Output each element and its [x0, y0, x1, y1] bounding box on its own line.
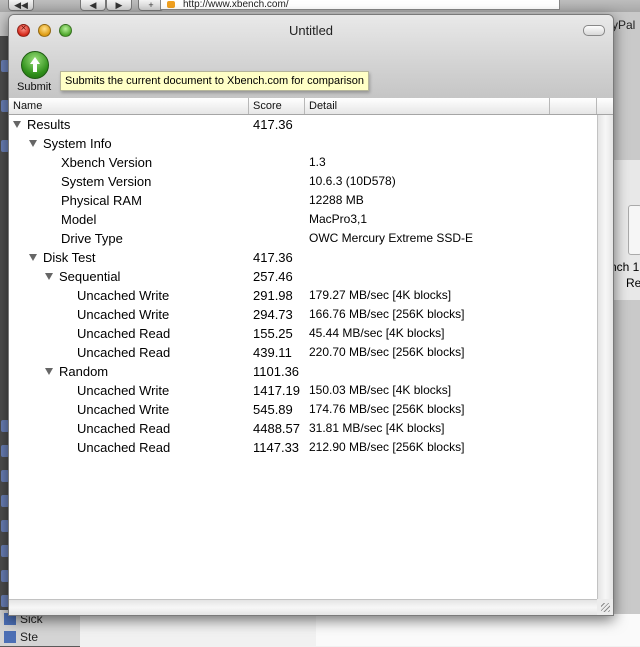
row-detail: MacPro3,1 [309, 212, 368, 226]
row-name: Uncached Write [77, 307, 170, 322]
submit-button[interactable]: Submit [17, 51, 53, 95]
url-text: http://www.xbench.com/ [183, 0, 289, 10]
outline-row[interactable]: System Info [9, 134, 597, 153]
row-name: Uncached Read [77, 421, 171, 436]
browser-tab-fragment[interactable]: yPal [612, 18, 635, 32]
right-panel-text: nch 1 [610, 260, 640, 274]
outline-row[interactable]: Xbench Version 1.3 [9, 153, 597, 172]
outline-row[interactable]: Uncached Write 1417.19 150.03 MB/sec [4K b… [9, 381, 597, 400]
column-corner [597, 98, 613, 114]
row-detail: 1.3 [309, 155, 326, 169]
results-outline: Results 417.36 System Info Xbench Version 1.… [9, 115, 597, 599]
column-score[interactable]: Score [249, 98, 305, 114]
row-score: 4488.57 [253, 421, 300, 436]
outline-row[interactable]: Sequential 257.46 [9, 267, 597, 286]
submit-label: Submit [17, 81, 52, 93]
toolbar-toggle-button[interactable] [583, 25, 605, 36]
window-title: Untitled [288, 23, 334, 38]
row-score: 1417.19 [253, 383, 300, 398]
disclosure-triangle-icon[interactable] [45, 368, 53, 375]
row-score: 417.36 [253, 117, 293, 132]
row-score: 417.36 [253, 250, 293, 265]
row-name: Sequential [59, 269, 121, 284]
xbench-window: × Untitled Submit Submits the current do… [8, 14, 614, 616]
upload-arrow-icon [21, 51, 49, 79]
column-header: Name Score Detail [9, 98, 613, 115]
forward-icon[interactable]: ▶ [106, 0, 132, 11]
row-name: Disk Test [43, 250, 96, 265]
right-panel-text-2: Re [626, 276, 640, 290]
horizontal-scrollbar[interactable] [9, 599, 597, 615]
lower-pane-right [316, 614, 640, 646]
row-score: 155.25 [253, 326, 293, 341]
outline-row[interactable]: Physical RAM 12288 MB [9, 191, 597, 210]
resize-handle[interactable] [597, 599, 613, 615]
row-name: Uncached Write [77, 383, 170, 398]
row-score: 1147.33 [253, 440, 300, 455]
browser-toolbar: ◀◀ ◀ ▶ + http://www.xbench.com/ [0, 0, 640, 12]
row-name: Results [27, 117, 71, 132]
disclosure-triangle-icon[interactable] [29, 254, 37, 261]
outline-row[interactable]: Uncached Read 4488.57 31.81 MB/sec [4K blo… [9, 419, 597, 438]
row-name: Uncached Write [77, 288, 170, 303]
row-name: Model [61, 212, 97, 227]
column-name[interactable]: Name [9, 98, 249, 114]
row-detail: 166.76 MB/sec [256K blocks] [309, 307, 465, 321]
row-name: Uncached Read [77, 345, 171, 360]
column-detail[interactable]: Detail [305, 98, 550, 114]
disclosure-triangle-icon[interactable] [13, 121, 21, 128]
row-name: Random [59, 364, 109, 379]
outline-row[interactable]: Uncached Read 439.11 220.70 MB/sec [256K b… [9, 343, 597, 362]
row-name: Physical RAM [61, 193, 142, 208]
row-detail: 45.44 MB/sec [4K blocks] [309, 326, 445, 340]
disclosure-triangle-icon[interactable] [45, 273, 53, 280]
row-name: Uncached Read [77, 440, 171, 455]
title-bar: × Untitled Submit Submits the current do… [9, 15, 613, 102]
outline-row[interactable]: Disk Test 417.36 [9, 248, 597, 267]
row-detail: 31.81 MB/sec [4K blocks] [309, 421, 445, 435]
column-empty [550, 98, 597, 114]
row-detail: 150.03 MB/sec [4K blocks] [309, 383, 452, 397]
site-icon [167, 1, 175, 8]
row-detail: 212.90 MB/sec [256K blocks] [309, 440, 465, 454]
row-name: Drive Type [61, 231, 123, 246]
outline-row[interactable]: Model MacPro3,1 [9, 210, 597, 229]
row-name: System Info [43, 136, 112, 151]
row-detail: 174.76 MB/sec [256K blocks] [309, 402, 465, 416]
outline-row[interactable]: Uncached Write 294.73 166.76 MB/sec [256K … [9, 305, 597, 324]
outline-row[interactable]: System Version 10.6.3 (10D578) [9, 172, 597, 191]
url-field[interactable]: http://www.xbench.com/ [160, 0, 560, 10]
row-score: 439.11 [253, 345, 292, 360]
row-detail: OWC Mercury Extreme SSD-E [309, 231, 474, 245]
rewind-icon[interactable]: ◀◀ [8, 0, 34, 11]
vertical-scrollbar[interactable] [597, 115, 613, 599]
submit-tooltip: Submits the current document to Xbench.c… [60, 71, 369, 91]
outline-row[interactable]: Uncached Read 155.25 45.44 MB/sec [4K bloc… [9, 324, 597, 343]
outline-row[interactable]: Uncached Write 545.89 174.76 MB/sec [256K … [9, 400, 597, 419]
music-icon [4, 631, 16, 643]
outline-row[interactable]: Results 417.36 [9, 115, 597, 134]
outline-row[interactable]: Drive Type OWC Mercury Extreme SSD-E [9, 229, 597, 248]
outline-row[interactable]: Uncached Write 291.98 179.27 MB/sec [4K bl… [9, 286, 597, 305]
row-detail: 179.27 MB/sec [4K blocks] [309, 288, 452, 302]
row-score: 291.98 [253, 288, 293, 303]
row-score: 545.89 [253, 402, 293, 417]
back-icon[interactable]: ◀ [80, 0, 106, 11]
row-detail: 12288 MB [309, 193, 364, 207]
row-score: 257.46 [253, 269, 293, 284]
row-name: System Version [61, 174, 152, 189]
row-name: Uncached Read [77, 326, 171, 341]
row-score: 1101.36 [253, 364, 300, 379]
outline-row[interactable]: Random 1101.36 [9, 362, 597, 381]
row-name: Xbench Version [61, 155, 153, 170]
disclosure-triangle-icon[interactable] [29, 140, 37, 147]
row-detail: 220.70 MB/sec [256K blocks] [309, 345, 465, 359]
row-detail: 10.6.3 (10D578) [309, 174, 396, 188]
row-name: Uncached Write [77, 402, 170, 417]
outline-row[interactable]: Uncached Read 1147.33 212.90 MB/sec [256K … [9, 438, 597, 457]
row-score: 294.73 [253, 307, 293, 322]
right-panel-box [628, 205, 640, 255]
list-item[interactable]: Ste [4, 630, 38, 644]
